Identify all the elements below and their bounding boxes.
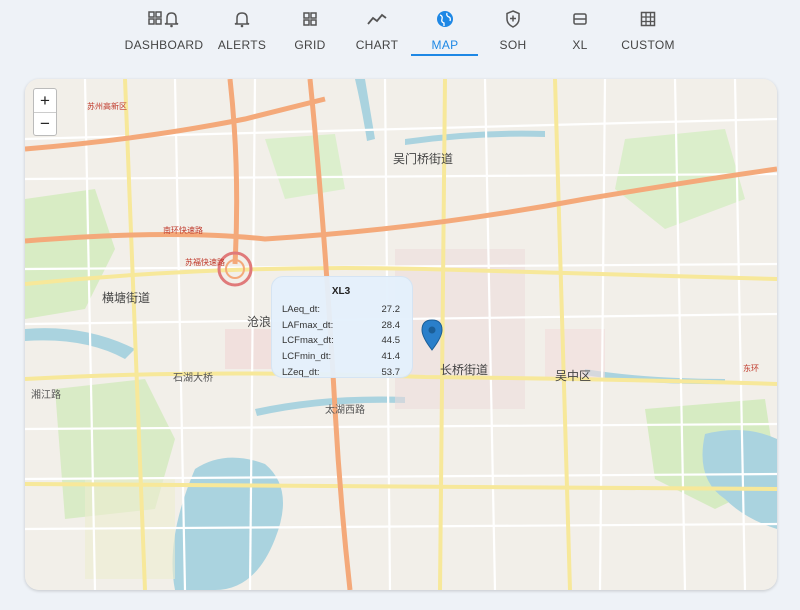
metric-value: 44.5 — [381, 335, 401, 347]
map-label: 苏福快速路 — [185, 258, 225, 267]
map-label: 长桥街道 — [440, 363, 489, 377]
metric-name: LAeq_dt: — [282, 304, 321, 316]
dashboard-bell-icon — [147, 8, 181, 30]
map-label: 苏州高新区 — [87, 102, 127, 111]
tab-label: CHART — [355, 38, 399, 52]
tab-soh[interactable]: SOH — [500, 8, 526, 58]
popup-row: LZeq_dt: 53.7 — [282, 364, 400, 380]
zoom-control: + − — [33, 88, 57, 136]
metric-name: LCFmax_dt: — [282, 335, 334, 347]
map-label: 吴中区 — [555, 369, 592, 383]
tab-custom[interactable]: CUSTOM — [621, 8, 675, 58]
metric-value: 53.7 — [381, 366, 401, 378]
map-label: 湘江路 — [31, 390, 61, 401]
grid-icon — [302, 8, 318, 30]
map-label: 石湖大桥 — [173, 373, 213, 384]
popup-row: LCFmax_dt: 44.5 — [282, 333, 400, 349]
metric-value: 41.4 — [381, 351, 401, 363]
zoom-out-button[interactable]: − — [34, 112, 56, 135]
map-label: 南环快速路 — [163, 226, 203, 235]
tab-label: XL — [572, 38, 588, 52]
metric-name: LZeq_dt: — [282, 366, 320, 378]
line-chart-icon — [367, 8, 387, 30]
tab-chart[interactable]: CHART — [356, 8, 398, 58]
metric-value: 28.4 — [381, 319, 401, 331]
popup-row: LAFmax_dt: 28.4 — [282, 318, 400, 334]
map-container[interactable]: 吴门桥街道 横塘街道 沧浪 长桥街道 吴中区 苏州高新区 石湖大桥 南环快速路 … — [25, 79, 777, 590]
tab-label: GRID — [294, 38, 326, 52]
tab-alerts[interactable]: ALERTS — [217, 8, 267, 58]
bell-icon — [234, 8, 250, 30]
tab-grid[interactable]: GRID — [293, 8, 327, 58]
metric-name: LAFmax_dt: — [282, 319, 334, 331]
sensor-popup: XL3 LAeq_dt: 27.2 LAFmax_dt: 28.4 LCFmax… — [271, 276, 413, 378]
active-tab-indicator — [411, 54, 478, 56]
tab-label: ALERTS — [217, 38, 267, 52]
metric-name: LCFmin_dt: — [282, 351, 332, 363]
map-marker-icon[interactable] — [421, 319, 443, 351]
device-icon — [572, 8, 588, 30]
tab-label: DASHBOARD — [124, 38, 204, 52]
table-icon — [640, 8, 656, 30]
popup-row: LAeq_dt: 27.2 — [282, 302, 400, 318]
map-label: 沧浪 — [247, 315, 272, 329]
tab-dashboard[interactable]: DASHBOARD — [125, 8, 203, 58]
zoom-in-button[interactable]: + — [34, 89, 56, 112]
tab-map[interactable]: MAP — [428, 8, 462, 58]
popup-row: LCFmin_dt: 41.4 — [282, 349, 400, 365]
top-navigation: DASHBOARD ALERTS GRID CHART MAP SOH XL C… — [0, 0, 800, 68]
map-label: 东环 — [743, 364, 759, 373]
globe-icon — [436, 8, 454, 30]
metric-value: 27.2 — [381, 304, 401, 316]
popup-title: XL3 — [331, 286, 351, 297]
tab-label: MAP — [431, 38, 459, 52]
tab-label: SOH — [499, 38, 527, 52]
tab-xl[interactable]: XL — [570, 8, 590, 58]
shield-icon — [505, 8, 521, 30]
map-label: 太湖西路 — [325, 405, 365, 416]
map-label: 横塘街道 — [102, 291, 151, 305]
tab-label: CUSTOM — [621, 38, 675, 52]
map-label: 吴门桥街道 — [393, 152, 454, 166]
